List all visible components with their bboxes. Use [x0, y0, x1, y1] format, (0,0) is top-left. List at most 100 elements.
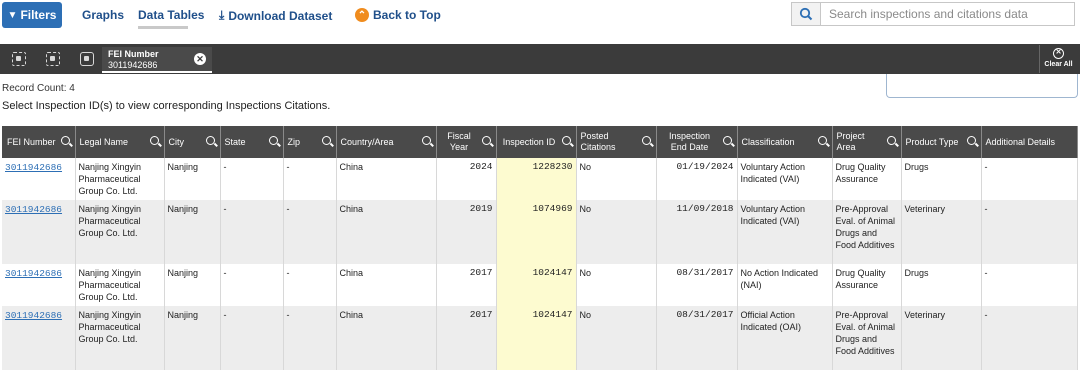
filters-button[interactable]: ▼ Filters	[2, 2, 62, 28]
cell-inspection-id[interactable]: 1228230	[496, 158, 577, 200]
graphs-link[interactable]: Graphs	[82, 8, 124, 22]
cell-state: -	[220, 158, 284, 200]
clear-selection-icon[interactable]	[46, 52, 60, 66]
col-header-zip[interactable]: Zip	[283, 126, 337, 158]
search-input[interactable]	[821, 2, 1075, 26]
column-search-icon[interactable]	[561, 136, 571, 145]
cell-project-area: Pre-Approval Eval. of Animal Drugs and F…	[832, 306, 902, 370]
cell-state: -	[220, 264, 284, 306]
search-icon	[799, 7, 813, 21]
cell-classification: Official Action Indicated (OAI)	[737, 306, 833, 370]
col-header-fei-number[interactable]: FEI Number	[2, 126, 76, 158]
lock-selection-icon[interactable]	[80, 52, 94, 66]
cell-posted-citations: No	[576, 264, 657, 306]
data-tables-link[interactable]: Data Tables	[138, 8, 204, 22]
col-header-additional-details: Additional Details	[981, 126, 1078, 158]
clear-all-icon: ✕	[1053, 48, 1064, 59]
cell-zip: -	[283, 200, 337, 264]
col-header-posted-citations[interactable]: Posted Citations	[576, 126, 657, 158]
column-search-icon[interactable]	[641, 136, 651, 145]
cell-posted-citations: No	[576, 158, 657, 200]
col-header-legal-name[interactable]: Legal Name	[75, 126, 165, 158]
cell-fiscal-year: 2024	[436, 158, 497, 200]
active-tab-underline	[138, 26, 188, 29]
column-search-icon[interactable]	[321, 136, 331, 145]
col-header-inspection-id[interactable]: Inspection ID	[496, 126, 577, 158]
cell-posted-citations: No	[576, 306, 657, 370]
col-header-classification[interactable]: Classification	[737, 126, 833, 158]
fei-number-link[interactable]: 3011942686	[5, 204, 62, 215]
col-header-state[interactable]: State	[220, 126, 284, 158]
col-header-inspection-end-date[interactable]: Inspection End Date	[656, 126, 738, 158]
filter-chip-value: 3011942686	[108, 60, 158, 70]
search-button[interactable]	[791, 2, 821, 26]
table-row[interactable]: 3011942686 Nanjing Xingyin Pharmaceutica…	[2, 200, 1078, 264]
cell-fei-number[interactable]: 3011942686	[2, 264, 76, 306]
back-to-top-label: Back to Top	[373, 8, 441, 22]
cell-inspection-id[interactable]: 1074969	[496, 200, 577, 264]
column-search-icon[interactable]	[886, 136, 896, 145]
cell-additional-details: -	[981, 200, 1078, 264]
record-count: Record Count: 4	[2, 83, 75, 94]
fei-number-link[interactable]: 3011942686	[5, 162, 62, 173]
cell-fei-number[interactable]: 3011942686	[2, 306, 76, 370]
cell-fei-number[interactable]: 3011942686	[2, 200, 76, 264]
cell-inspection-id[interactable]: 1024147	[496, 306, 577, 370]
column-search-icon[interactable]	[966, 136, 976, 145]
cell-inspection-end-date: 11/09/2018	[656, 200, 738, 264]
inspections-table: FEI Number Legal Name City State Zip Cou…	[2, 126, 1078, 370]
cell-country: China	[336, 306, 437, 370]
fei-number-link[interactable]: 3011942686	[5, 268, 62, 279]
cell-fiscal-year: 2019	[436, 200, 497, 264]
table-row[interactable]: 3011942686 Nanjing Xingyin Pharmaceutica…	[2, 306, 1078, 370]
cell-legal-name: Nanjing Xingyin Pharmaceutical Group Co.…	[75, 306, 165, 370]
column-search-icon[interactable]	[205, 136, 215, 145]
cell-inspection-id[interactable]: 1024147	[496, 264, 577, 306]
download-icon: ⤓	[219, 8, 225, 22]
download-dataset-link[interactable]: ⤓ Download Dataset	[219, 8, 332, 23]
cell-additional-details: -	[981, 306, 1078, 370]
cell-classification: Voluntary Action Indicated (VAI)	[737, 158, 833, 200]
col-header-project-area[interactable]: Project Area	[832, 126, 902, 158]
filter-chip-label: FEI Number	[108, 49, 159, 59]
cell-zip: -	[283, 306, 337, 370]
cell-legal-name: Nanjing Xingyin Pharmaceutical Group Co.…	[75, 264, 165, 306]
column-search-icon[interactable]	[60, 136, 70, 145]
cell-fei-number[interactable]: 3011942686	[2, 158, 76, 200]
col-header-city[interactable]: City	[164, 126, 221, 158]
cell-state: -	[220, 200, 284, 264]
close-icon[interactable]: ✕	[194, 53, 206, 65]
cell-country: China	[336, 264, 437, 306]
column-search-icon[interactable]	[421, 136, 431, 145]
back-to-top-link[interactable]: ⌃ Back to Top	[355, 8, 441, 22]
clear-all-button[interactable]: ✕ Clear All	[1039, 45, 1077, 73]
column-search-icon[interactable]	[722, 136, 732, 145]
side-panel-edge	[886, 74, 1078, 98]
cell-inspection-end-date: 08/31/2017	[656, 264, 738, 306]
table-row[interactable]: 3011942686 Nanjing Xingyin Pharmaceutica…	[2, 264, 1078, 306]
filter-chip-fei[interactable]: FEI Number 3011942686 ✕	[102, 47, 212, 73]
arrow-up-circle-icon: ⌃	[355, 8, 369, 22]
column-search-icon[interactable]	[817, 136, 827, 145]
cell-legal-name: Nanjing Xingyin Pharmaceutical Group Co.…	[75, 158, 165, 200]
col-header-product-type[interactable]: Product Type	[901, 126, 982, 158]
cell-inspection-end-date: 01/19/2024	[656, 158, 738, 200]
filters-button-label: Filters	[20, 8, 57, 22]
cell-city: Nanjing	[164, 158, 221, 200]
col-header-fiscal-year[interactable]: Fiscal Year	[436, 126, 497, 158]
cell-city: Nanjing	[164, 306, 221, 370]
column-search-icon[interactable]	[268, 136, 278, 145]
cell-city: Nanjing	[164, 264, 221, 306]
column-search-icon[interactable]	[481, 136, 491, 145]
column-search-icon[interactable]	[149, 136, 159, 145]
select-all-icon[interactable]	[12, 52, 26, 66]
fei-number-link[interactable]: 3011942686	[5, 310, 62, 321]
cell-legal-name: Nanjing Xingyin Pharmaceutical Group Co.…	[75, 200, 165, 264]
table-row[interactable]: 3011942686 Nanjing Xingyin Pharmaceutica…	[2, 158, 1078, 200]
cell-country: China	[336, 200, 437, 264]
col-header-country[interactable]: Country/Area	[336, 126, 437, 158]
cell-zip: -	[283, 264, 337, 306]
cell-product-type: Veterinary	[901, 200, 982, 264]
cell-city: Nanjing	[164, 200, 221, 264]
filter-funnel-icon: ▼	[7, 9, 18, 21]
